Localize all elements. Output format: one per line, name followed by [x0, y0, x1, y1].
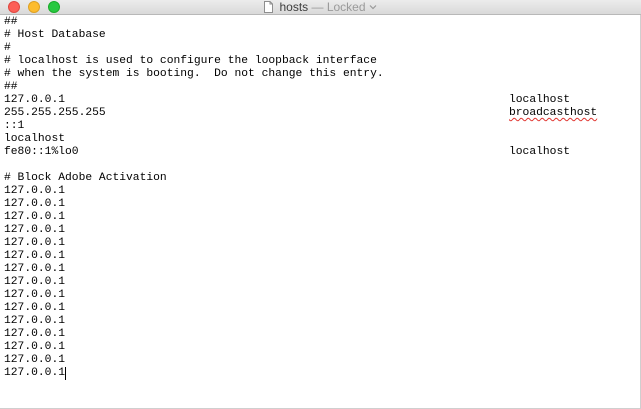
- text-line[interactable]: # Block Adobe Activation: [4, 172, 641, 185]
- text-caret: [65, 367, 67, 380]
- text-editor-window: hosts — Locked ## # Host Database # # local…: [0, 0, 641, 409]
- text-line[interactable]: 127.0.0.1: [4, 328, 641, 341]
- line-text: 127.0.0.1: [4, 302, 66, 314]
- text-line[interactable]: 127.0.0.1: [4, 211, 641, 224]
- text-line[interactable]: [4, 159, 641, 172]
- line-text: 127.0.0.1: [4, 250, 66, 262]
- text-line[interactable]: 127.0.0.1: [4, 198, 641, 211]
- line-text: 127.0.0.1: [4, 354, 66, 366]
- text-line[interactable]: 127.0.0.1 localhost: [4, 94, 641, 107]
- line-text: ##: [4, 16, 18, 28]
- line-text: ##: [4, 81, 18, 93]
- text-line[interactable]: 127.0.0.1: [4, 237, 641, 250]
- text-line[interactable]: #: [4, 42, 641, 55]
- text-line[interactable]: 127.0.0.1: [4, 263, 641, 276]
- text-line[interactable]: 127.0.0.1: [4, 250, 641, 263]
- text-line[interactable]: # when the system is booting. Do not cha…: [4, 68, 641, 81]
- line-text: 127.0.0.1: [4, 198, 66, 210]
- line-hostname: localhost: [509, 94, 571, 106]
- window-title-group[interactable]: hosts — Locked: [0, 0, 641, 15]
- minimize-button-icon[interactable]: [28, 1, 40, 13]
- text-line[interactable]: 127.0.0.1: [4, 289, 641, 302]
- line-text: 127.0.0.1: [4, 315, 66, 327]
- text-line[interactable]: 127.0.0.1: [4, 185, 641, 198]
- line-text: # when the system is booting. Do not cha…: [4, 68, 384, 80]
- text-line[interactable]: # localhost is used to configure the loo…: [4, 55, 641, 68]
- text-line[interactable]: 127.0.0.1: [4, 354, 641, 367]
- line-text: 127.0.0.1: [4, 289, 66, 301]
- line-text: #: [4, 42, 11, 54]
- line-text: 127.0.0.1: [4, 211, 66, 223]
- title-bar[interactable]: hosts — Locked: [0, 0, 641, 15]
- line-text: 127.0.0.1: [4, 276, 66, 288]
- chevron-down-icon[interactable]: [369, 3, 377, 11]
- text-editor-area[interactable]: ## # Host Database # # localhost is used to…: [0, 16, 641, 409]
- zoom-button-icon[interactable]: [48, 1, 60, 13]
- line-text: # Host Database: [4, 29, 106, 41]
- line-text: fe80::1%lo0: [4, 146, 79, 158]
- text-line[interactable]: 127.0.0.1: [4, 367, 641, 380]
- text-line[interactable]: ::1: [4, 120, 641, 133]
- window-title: hosts: [279, 0, 309, 14]
- line-text: 127.0.0.1: [4, 237, 66, 249]
- line-text: 127.0.0.1: [4, 341, 66, 353]
- text-line[interactable]: ##: [4, 16, 641, 29]
- text-line[interactable]: 127.0.0.1: [4, 302, 641, 315]
- document-icon: [264, 1, 274, 13]
- text-line[interactable]: 127.0.0.1: [4, 315, 641, 328]
- line-hostname: localhost: [509, 146, 571, 158]
- line-text: 127.0.0.1: [4, 224, 66, 236]
- text-line[interactable]: ##: [4, 81, 641, 94]
- text-line[interactable]: 127.0.0.1: [4, 276, 641, 289]
- line-text: 127.0.0.1: [4, 263, 66, 275]
- line-text: # localhost is used to configure the loo…: [4, 55, 377, 67]
- line-text: # Block Adobe Activation: [4, 172, 167, 184]
- line-text: 255.255.255.255: [4, 107, 106, 119]
- text-line[interactable]: 255.255.255.255 broadcasthost: [4, 107, 641, 120]
- text-line[interactable]: # Host Database: [4, 29, 641, 42]
- line-text: 127.0.0.1: [4, 367, 66, 379]
- text-line[interactable]: fe80::1%lo0 localhost: [4, 146, 641, 159]
- line-text: 127.0.0.1: [4, 94, 66, 106]
- line-hostname: broadcasthost: [509, 107, 598, 119]
- line-text: localhost: [4, 133, 66, 145]
- text-line[interactable]: 127.0.0.1: [4, 341, 641, 354]
- text-line[interactable]: localhost: [4, 133, 641, 146]
- lock-status: Locked: [326, 0, 366, 14]
- title-separator: —: [308, 0, 327, 14]
- line-text: ::1: [4, 120, 25, 132]
- line-text: 127.0.0.1: [4, 185, 66, 197]
- line-text: 127.0.0.1: [4, 328, 66, 340]
- text-line[interactable]: 127.0.0.1: [4, 224, 641, 237]
- close-button-icon[interactable]: [8, 1, 20, 13]
